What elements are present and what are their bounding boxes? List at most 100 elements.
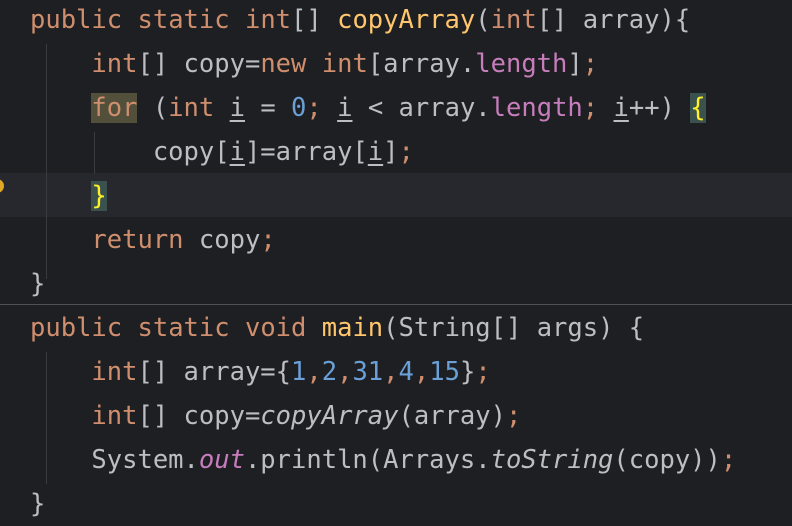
code-token: i: [613, 93, 629, 123]
code-text: }: [30, 482, 45, 526]
code-token: void: [244, 313, 307, 343]
code-token: ;: [475, 357, 491, 387]
code-token: toString: [490, 445, 614, 475]
code-token: }: [30, 269, 46, 299]
code-token: public: [30, 313, 123, 343]
code-line[interactable]: for (int i = 0; i < array.length; i++) {: [0, 86, 792, 130]
code-token: (array): [398, 401, 506, 431]
code-token: ;: [582, 93, 599, 123]
code-token: [] array){: [536, 5, 691, 35]
code-line[interactable]: public static int[] copyArray(int[] arra…: [0, 0, 792, 42]
code-token: i: [367, 137, 384, 167]
code-text: public static int[] copyArray(int[] arra…: [30, 0, 690, 42]
code-text: int[] array={1,2,31,4,15};: [30, 350, 491, 394]
code-token: [] copy=: [137, 401, 261, 431]
code-token: =: [244, 93, 292, 123]
code-token: 4: [398, 357, 414, 387]
code-token: []: [291, 5, 338, 35]
code-token: 0: [291, 93, 307, 123]
code-token: (: [475, 5, 491, 35]
code-token: copyArray: [260, 401, 399, 431]
code-token: [] array={: [137, 357, 292, 387]
code-token: ;: [505, 401, 522, 431]
code-token: ;: [398, 137, 414, 167]
code-token: ,: [337, 357, 353, 387]
code-token: copyArray: [337, 5, 476, 35]
code-token: ;: [720, 445, 737, 475]
code-token: static: [137, 5, 230, 35]
code-text: public static void main(String[] args) {: [30, 306, 644, 350]
code-line[interactable]: int[] array={1,2,31,4,15};: [0, 350, 792, 394]
code-token: return: [91, 225, 184, 255]
code-line[interactable]: public static void main(String[] args) {: [0, 306, 792, 350]
code-token: ;: [306, 93, 322, 123]
code-line[interactable]: }: [0, 174, 792, 218]
code-line[interactable]: }: [0, 262, 792, 306]
code-token: 1: [291, 357, 307, 387]
code-token: < array.: [352, 93, 491, 123]
code-text: }: [30, 174, 107, 218]
code-token: length: [490, 93, 583, 123]
code-token: .println(Arrays.: [244, 445, 491, 475]
code-token: int: [490, 5, 537, 35]
code-token: i: [229, 93, 245, 123]
code-token: ,: [306, 357, 322, 387]
code-token: int: [91, 357, 138, 387]
code-token: }: [459, 357, 476, 387]
code-token: ++): [628, 93, 691, 123]
code-token: System.: [30, 445, 199, 475]
code-line[interactable]: }: [0, 482, 792, 526]
code-text: int[] copy=new int[array.length];: [30, 42, 598, 86]
code-token: (copy)): [613, 445, 721, 475]
code-token: ,: [413, 357, 430, 387]
code-line[interactable]: copy[i]=array[i];: [0, 130, 792, 174]
code-token: copy[: [30, 137, 230, 167]
code-token: copy: [183, 225, 261, 255]
code-token: i: [229, 137, 245, 167]
code-token: 2: [321, 357, 338, 387]
code-token: int: [168, 93, 215, 123]
code-line[interactable]: int[] copy=copyArray(array);: [0, 394, 792, 438]
code-token: ,: [383, 357, 399, 387]
code-token: (String[] args) {: [383, 313, 645, 343]
code-token: }: [91, 181, 107, 211]
code-token: int: [91, 49, 138, 79]
code-token: new: [260, 49, 307, 79]
code-token: {: [690, 93, 706, 123]
code-text: }: [30, 262, 45, 306]
code-token: ;: [260, 225, 276, 255]
code-token: (: [137, 93, 169, 123]
code-text: copy[i]=array[i];: [30, 130, 414, 174]
code-token: ]: [567, 49, 583, 79]
code-token: length: [475, 49, 568, 79]
code-token: int: [321, 49, 368, 79]
code-line[interactable]: return copy;: [0, 218, 792, 262]
code-text: int[] copy=copyArray(array);: [30, 394, 521, 438]
code-token: int: [244, 5, 292, 35]
code-text: System.out.println(Arrays.toString(copy)…: [30, 438, 736, 482]
code-token: int: [91, 401, 138, 431]
code-editor[interactable]: public static int[] copyArray(int[] arra…: [0, 0, 792, 524]
code-line[interactable]: int[] copy=new int[array.length];: [0, 42, 792, 86]
code-token: ;: [582, 49, 599, 79]
code-token: 15: [429, 357, 460, 387]
code-token: i: [337, 93, 353, 123]
code-token: [] copy=: [137, 49, 261, 79]
code-text: for (int i = 0; i < array.length; i++) {: [30, 86, 706, 130]
code-line[interactable]: System.out.println(Arrays.toString(copy)…: [0, 438, 792, 482]
code-token: ]: [383, 137, 399, 167]
code-token: for: [91, 93, 138, 123]
